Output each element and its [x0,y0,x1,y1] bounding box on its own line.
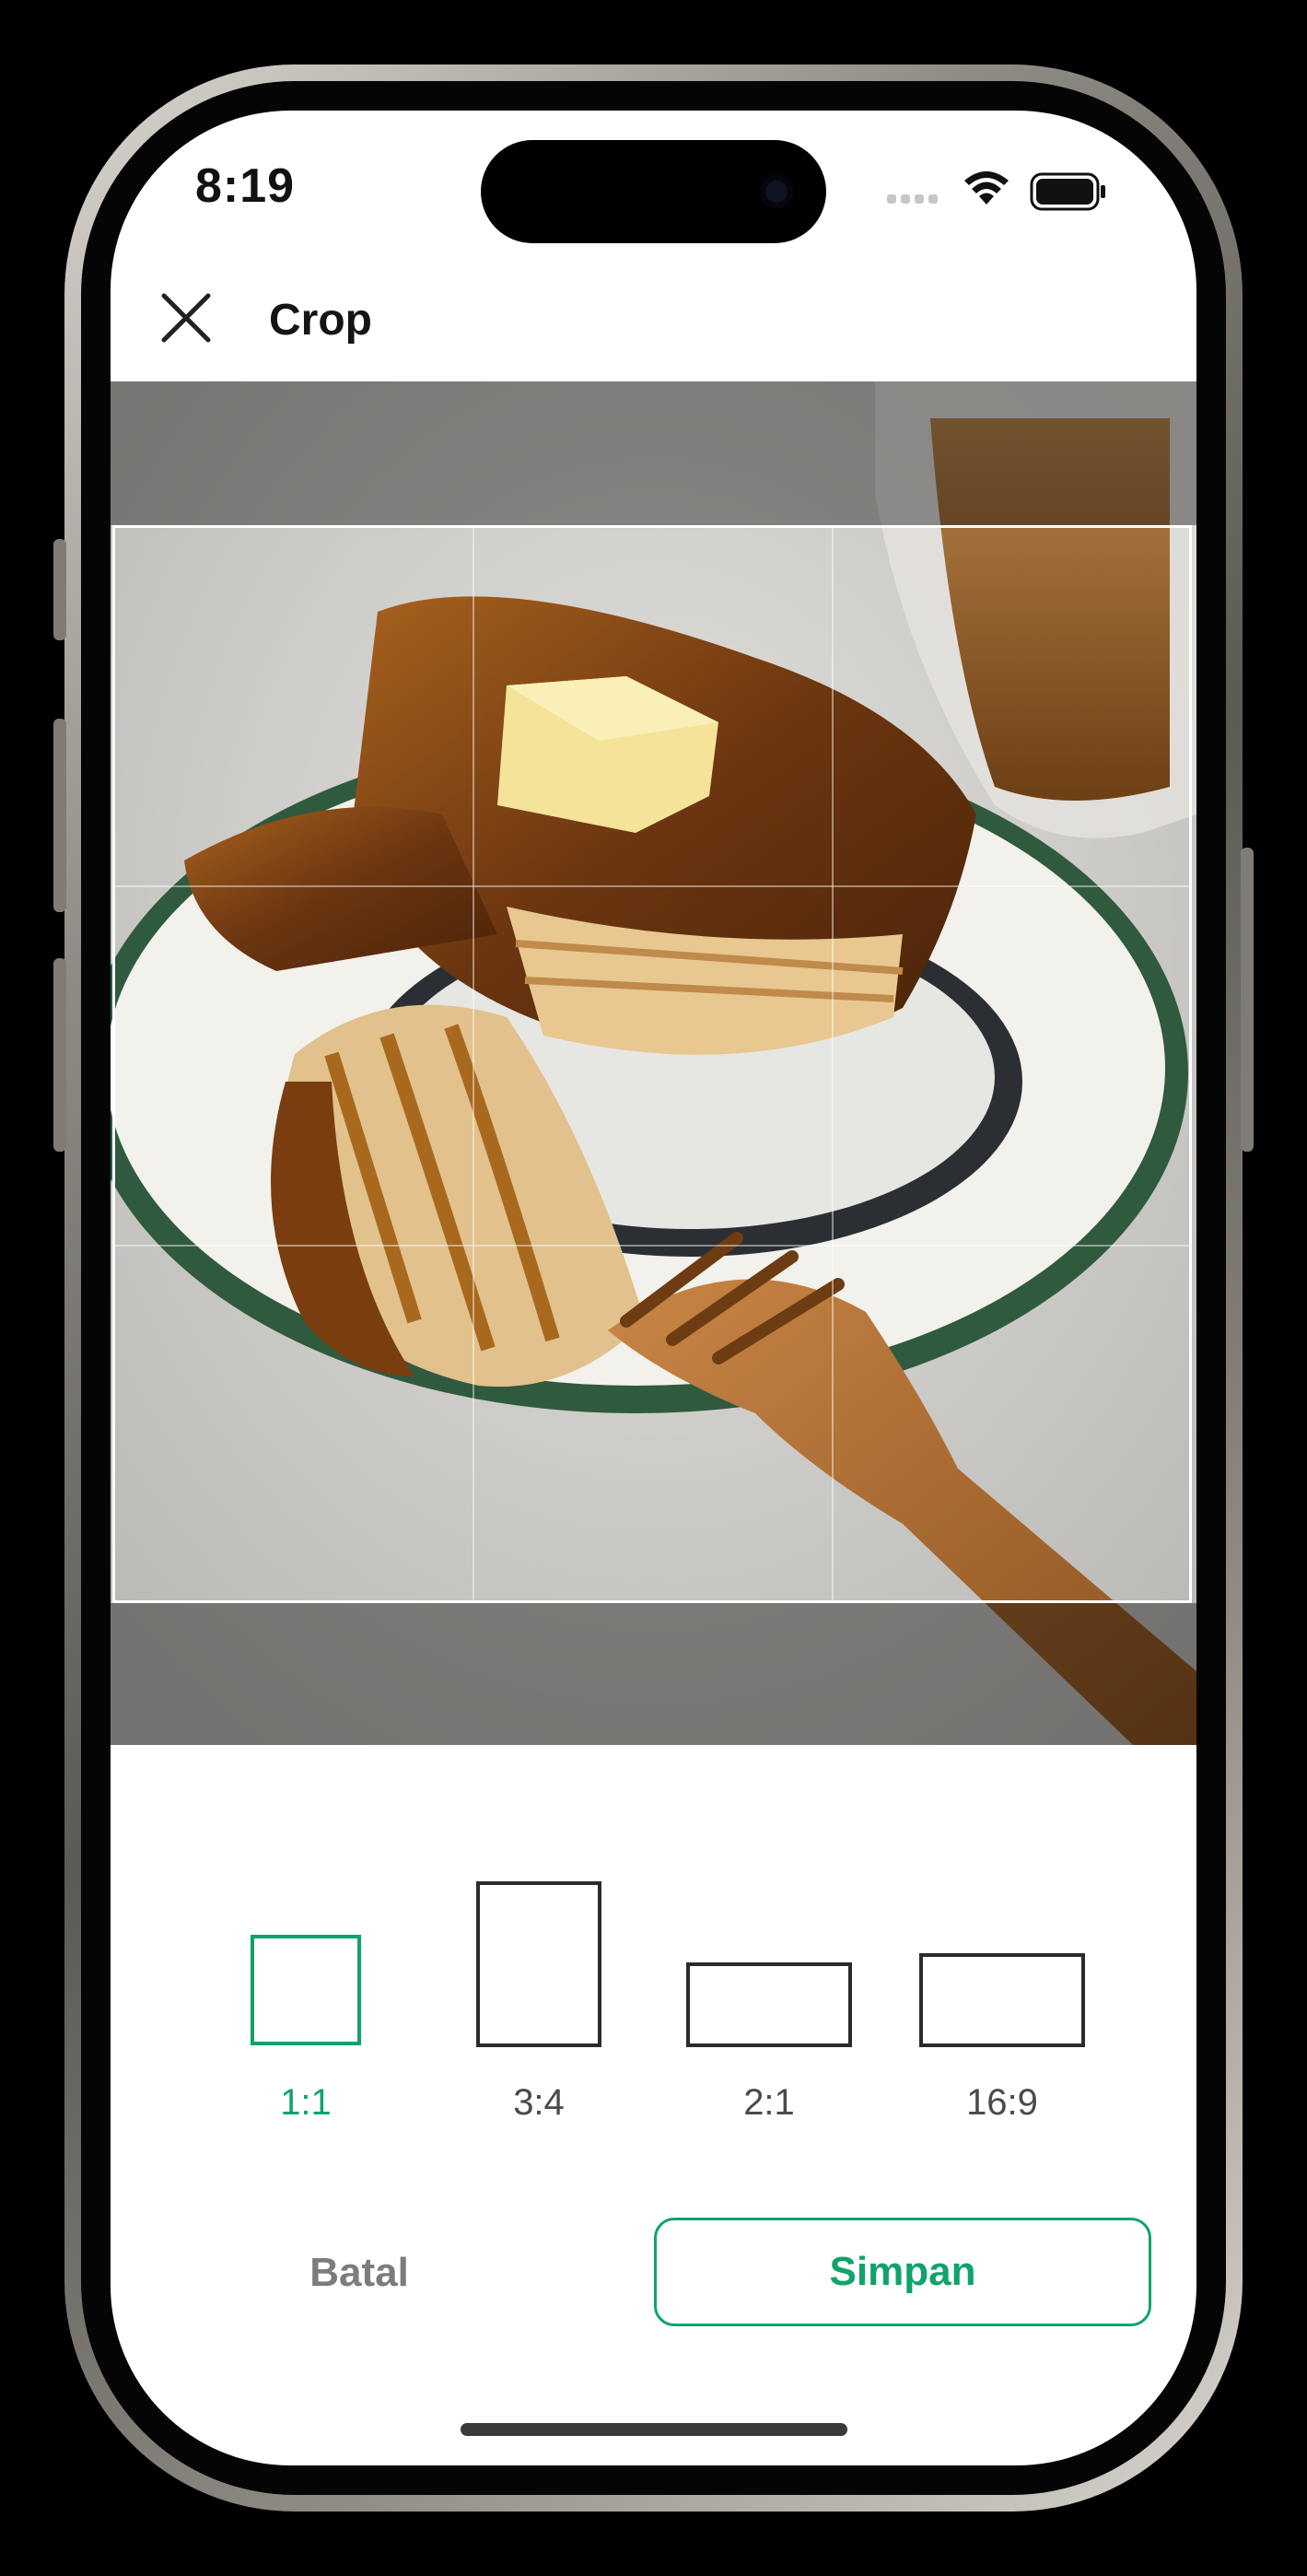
screen: 8:19 Crop 1:1 3:4 2:1 16:9 Batal Simpan [111,111,1196,2465]
crop-image[interactable] [111,381,1196,1745]
grid-line-vertical [473,528,474,1600]
ratio-label: 2:1 [743,2082,795,2123]
ratio-label: 1:1 [280,2082,332,2123]
home-indicator[interactable] [461,2423,847,2436]
grid-line-horizontal [115,885,1189,887]
ratio-1-1-icon [251,1935,361,2045]
dynamic-island [481,140,826,243]
ratio-16-9-icon [919,1953,1085,2047]
crop-mask-bottom [111,1603,1196,1745]
power-button [1241,848,1254,1152]
crop-frame[interactable] [112,525,1192,1603]
close-button[interactable] [158,290,214,345]
ratio-3-4-icon [476,1881,601,2047]
volume-down-button [53,958,66,1152]
ratio-label: 3:4 [513,2082,565,2123]
cancel-button[interactable]: Batal [175,2218,543,2328]
silent-switch [53,539,66,640]
ratio-label: 16:9 [966,2082,1038,2123]
grid-line-vertical [832,528,834,1600]
close-icon [161,293,211,343]
grid-line-horizontal [115,1245,1189,1247]
battery-icon [1030,172,1105,211]
page-title: Crop [269,296,372,345]
volume-up-button [53,719,66,912]
status-time: 8:19 [195,159,296,213]
ratio-2-1-icon [686,1962,852,2047]
camera-icon [760,175,793,208]
wifi-icon [964,171,1009,205]
cellular-signal-icon [887,192,942,208]
save-button[interactable]: Simpan [654,2218,1151,2326]
crop-mask-top [111,381,1196,525]
